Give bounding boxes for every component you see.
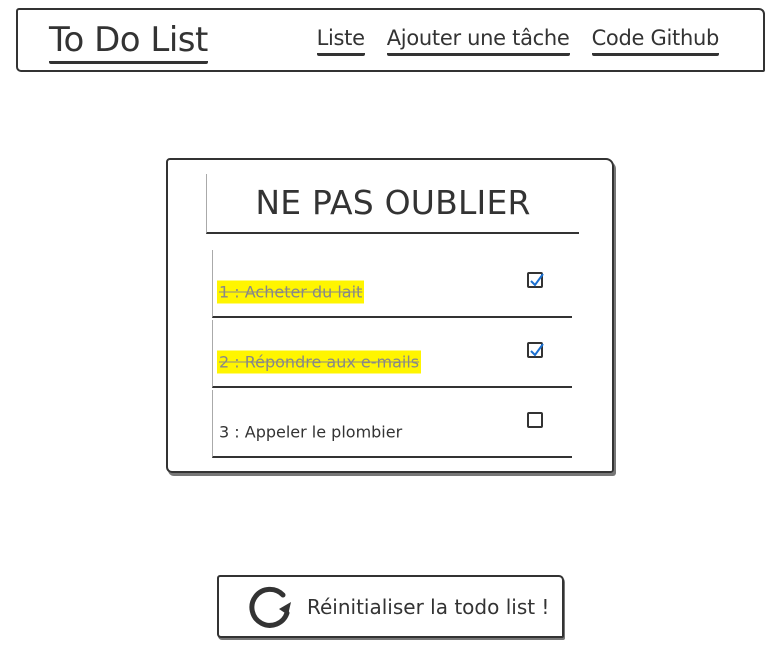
- todo-card: NE PAS OUBLIER 1 : Acheter du lait 2 : R…: [166, 158, 614, 473]
- reset-button[interactable]: Réinitialiser la todo list !: [217, 575, 564, 638]
- card-title: NE PAS OUBLIER: [206, 174, 579, 234]
- brand-title[interactable]: To Do List: [49, 20, 208, 64]
- todo-item-label: 1 : Acheter du lait: [217, 280, 365, 304]
- checkmark-icon: [530, 343, 544, 357]
- todo-checkbox[interactable]: [527, 342, 544, 358]
- todo-item-label: 2 : Répondre aux e-mails: [217, 350, 422, 374]
- nav-link-ajouter-tache[interactable]: Ajouter une tâche: [386, 24, 570, 56]
- nav-links: Liste Ajouter une tâche Code Github: [316, 24, 719, 56]
- todo-item-label: 3 : Appeler le plombier: [219, 422, 403, 442]
- todo-item: 3 : Appeler le plombier: [212, 390, 572, 458]
- checkmark-icon: [530, 273, 544, 287]
- todo-item: 1 : Acheter du lait: [212, 250, 572, 318]
- reset-button-label: Réinitialiser la todo list !: [307, 595, 550, 619]
- todo-checkbox[interactable]: [527, 272, 544, 288]
- todo-checkbox[interactable]: [527, 412, 543, 428]
- navbar: To Do List Liste Ajouter une tâche Code …: [16, 8, 765, 72]
- nav-link-liste[interactable]: Liste: [316, 24, 365, 56]
- todo-item: 2 : Répondre aux e-mails: [212, 320, 572, 388]
- nav-link-code-github[interactable]: Code Github: [591, 24, 719, 56]
- refresh-icon: [249, 586, 291, 628]
